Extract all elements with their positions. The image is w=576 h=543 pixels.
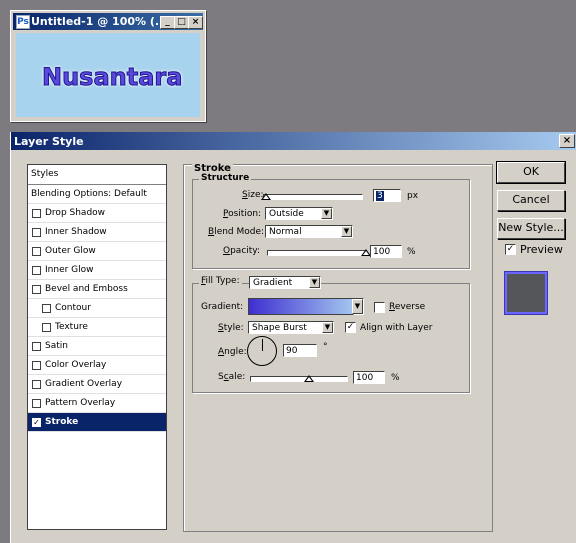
ok-button[interactable]: OK <box>496 161 566 184</box>
angle-input[interactable]: 90 <box>283 344 317 357</box>
satin-checkbox[interactable] <box>32 342 41 351</box>
align-with-layer-checkbox[interactable]: ✓ <box>345 322 356 333</box>
preview-label: Preview <box>520 243 563 256</box>
reverse-checkbox[interactable] <box>374 302 385 313</box>
document-window: Ps Untitled-1 @ 100% (... _ □ × Nusantar… <box>10 10 206 122</box>
style-item-satin[interactable]: Satin <box>28 337 166 356</box>
preview-checkbox[interactable]: ✓ <box>505 244 516 255</box>
styles-list: Styles Blending Options: Default Drop Sh… <box>27 164 167 530</box>
style-dropdown[interactable]: Shape Burst ▼ <box>248 321 334 334</box>
bevel-emboss-checkbox[interactable] <box>32 285 41 294</box>
maximize-button[interactable]: □ <box>174 16 189 29</box>
style-item-pattern-overlay[interactable]: Pattern Overlay <box>28 394 166 413</box>
opacity-label: Opacity: <box>223 246 261 256</box>
canvas-text-layer: Nusantara <box>41 63 183 92</box>
style-item-gradient-overlay[interactable]: Gradient Overlay <box>28 375 166 394</box>
gradient-overlay-checkbox[interactable] <box>32 380 41 389</box>
document-title-bar[interactable]: Ps Untitled-1 @ 100% (... _ □ × <box>13 13 203 30</box>
size-slider[interactable] <box>260 193 363 200</box>
style-item-drop-shadow[interactable]: Drop Shadow <box>28 204 166 223</box>
gradient-picker-button[interactable]: ▼ <box>352 298 364 315</box>
structure-title: Structure <box>199 173 252 183</box>
chevron-down-icon: ▼ <box>321 208 332 219</box>
position-label: Position: <box>223 209 262 219</box>
chevron-down-icon: ▼ <box>322 322 333 333</box>
angle-label: Angle: <box>218 347 247 357</box>
gradient-label: Gradient: <box>201 302 244 312</box>
scale-slider-thumb[interactable] <box>303 375 314 382</box>
align-with-layer-label: Align with Layer <box>360 323 433 333</box>
style-item-bevel-emboss[interactable]: Bevel and Emboss <box>28 280 166 299</box>
reverse-label: Reverse <box>389 302 426 312</box>
style-item-color-overlay[interactable]: Color Overlay <box>28 356 166 375</box>
styles-list-header[interactable]: Styles <box>28 165 166 185</box>
size-input[interactable]: 3 <box>373 189 401 202</box>
scale-input[interactable]: 100 <box>353 371 385 384</box>
size-unit: px <box>407 191 419 201</box>
contour-checkbox[interactable] <box>42 304 51 313</box>
angle-dial-needle <box>262 339 263 351</box>
angle-unit: ° <box>323 342 328 352</box>
size-slider-thumb[interactable] <box>260 193 271 200</box>
stroke-panel: Stroke Structure Size: 3 px Position: Ou… <box>183 163 493 532</box>
opacity-input[interactable]: 100 <box>370 245 402 258</box>
style-item-texture[interactable]: Texture <box>28 318 166 337</box>
texture-checkbox[interactable] <box>42 323 51 332</box>
style-item-inner-shadow[interactable]: Inner Shadow <box>28 223 166 242</box>
dialog-close-button[interactable]: × <box>559 134 575 148</box>
color-overlay-checkbox[interactable] <box>32 361 41 370</box>
chevron-down-icon: ▼ <box>352 299 363 314</box>
scale-unit: % <box>391 373 400 383</box>
fill-type-label: Fill Type: <box>199 276 242 286</box>
pattern-overlay-checkbox[interactable] <box>32 399 41 408</box>
dialog-title-bar[interactable]: Layer Style × <box>11 132 576 150</box>
minimize-button[interactable]: _ <box>160 16 175 29</box>
style-label: Style: <box>218 323 244 333</box>
style-item-contour[interactable]: Contour <box>28 299 166 318</box>
cancel-button[interactable]: Cancel <box>497 190 565 211</box>
stroke-checkbox[interactable]: ✓ <box>32 418 41 427</box>
dialog-title: Layer Style <box>14 135 84 148</box>
blend-mode-dropdown[interactable]: Normal ▼ <box>265 225 353 238</box>
new-style-button[interactable]: New Style... <box>497 218 565 239</box>
inner-glow-checkbox[interactable] <box>32 266 41 275</box>
style-item-blending-options[interactable]: Blending Options: Default <box>28 185 166 204</box>
scale-label: Scale: <box>218 372 246 382</box>
inner-shadow-checkbox[interactable] <box>32 228 41 237</box>
drop-shadow-checkbox[interactable] <box>32 209 41 218</box>
document-canvas[interactable]: Nusantara <box>16 33 200 117</box>
preview-swatch <box>505 272 547 314</box>
document-title: Untitled-1 @ 100% (... <box>31 15 168 28</box>
chevron-down-icon: ▼ <box>341 226 352 237</box>
angle-dial[interactable] <box>247 336 277 366</box>
opacity-slider[interactable] <box>267 249 371 256</box>
blend-mode-label: Blend Mode: <box>208 227 265 237</box>
position-dropdown[interactable]: Outside ▼ <box>265 207 333 220</box>
gradient-swatch[interactable] <box>248 298 355 315</box>
style-item-inner-glow[interactable]: Inner Glow <box>28 261 166 280</box>
photoshop-document-icon: Ps <box>16 15 30 29</box>
layer-style-dialog: Layer Style × Styles Blending Options: D… <box>10 132 576 543</box>
chevron-down-icon: ▼ <box>309 277 320 288</box>
style-item-stroke[interactable]: ✓ Stroke <box>28 413 166 432</box>
opacity-unit: % <box>407 247 416 257</box>
style-item-outer-glow[interactable]: Outer Glow <box>28 242 166 261</box>
scale-slider[interactable] <box>250 375 348 382</box>
fill-type-dropdown[interactable]: Gradient ▼ <box>249 276 321 289</box>
fill-type-group: Fill Type: Gradient ▼ Gradient: ▼ Revers… <box>192 276 470 393</box>
outer-glow-checkbox[interactable] <box>32 247 41 256</box>
structure-group: Structure Size: 3 px Position: Outside ▼… <box>192 173 470 269</box>
close-button[interactable]: × <box>188 16 203 29</box>
